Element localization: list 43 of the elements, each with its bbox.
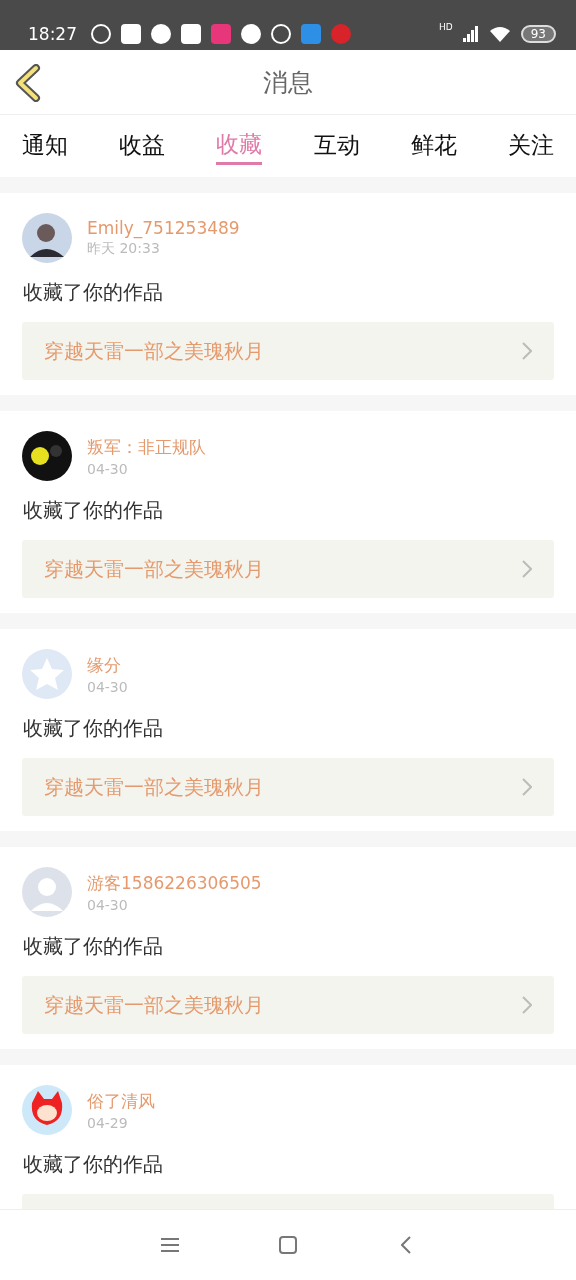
message-time: 昨天 20:33 bbox=[87, 240, 161, 258]
avatar-icon bbox=[22, 867, 72, 917]
message-text: 收藏了你的作品 bbox=[23, 1151, 164, 1178]
message-text: 收藏了你的作品 bbox=[23, 715, 164, 742]
message-time: 04-30 bbox=[87, 678, 128, 695]
work-link[interactable]: 穿越天雷一部之美瑰秋月 bbox=[22, 322, 554, 380]
user-name[interactable]: Emily_751253489 bbox=[87, 218, 240, 238]
tab[interactable]: 收益 bbox=[119, 115, 166, 165]
message-text: 收藏了你的作品 bbox=[23, 497, 164, 524]
wifi-icon bbox=[488, 26, 511, 42]
battery-level: 93 bbox=[520, 25, 556, 43]
tab[interactable]: 通知 bbox=[22, 115, 68, 165]
user-name[interactable]: 游客1586226306505 bbox=[87, 871, 262, 895]
work-link[interactable]: 穿越天雷一部之美瑰秋月 bbox=[22, 976, 554, 1034]
message-text: 收藏了你的作品 bbox=[23, 279, 164, 306]
tab[interactable]: 互动 bbox=[313, 115, 360, 165]
tab[interactable]: 关注 bbox=[507, 115, 554, 165]
chevron-right-icon bbox=[522, 778, 532, 796]
tab[interactable]: 收藏 bbox=[216, 115, 263, 165]
menu-icon bbox=[161, 1238, 179, 1252]
message-text: 收藏了你的作品 bbox=[23, 933, 164, 960]
user-name[interactable]: 俗了清风 bbox=[87, 1089, 155, 1113]
message-time: 04-30 bbox=[87, 896, 129, 913]
user-name[interactable]: 缘分 bbox=[87, 653, 128, 677]
chevron-right-icon bbox=[522, 996, 532, 1014]
chevron-right-icon bbox=[522, 560, 532, 578]
chevron-right-icon bbox=[522, 342, 532, 360]
avatar-icon bbox=[22, 1085, 72, 1135]
user-name[interactable]: 叛军：非正规队 bbox=[87, 435, 206, 459]
tab[interactable]: 鲜花 bbox=[410, 115, 457, 165]
message-time: 04-29 bbox=[87, 1114, 129, 1131]
work-link[interactable]: 穿越天雷一部之美瑰秋月 bbox=[22, 540, 554, 598]
back-icon bbox=[401, 1236, 411, 1254]
network-type: HD bbox=[439, 22, 453, 32]
message-time: 04-30 bbox=[87, 460, 129, 477]
signal-icon bbox=[462, 26, 479, 42]
avatar-icon bbox=[22, 649, 72, 699]
avatar-icon bbox=[22, 213, 72, 263]
page-title: 消息 bbox=[263, 66, 313, 99]
clock: 18:27 bbox=[28, 24, 77, 44]
square-icon bbox=[279, 1236, 297, 1254]
avatar-icon bbox=[22, 431, 72, 481]
work-link[interactable]: 穿越天雷一部之美瑰秋月 bbox=[22, 758, 554, 816]
